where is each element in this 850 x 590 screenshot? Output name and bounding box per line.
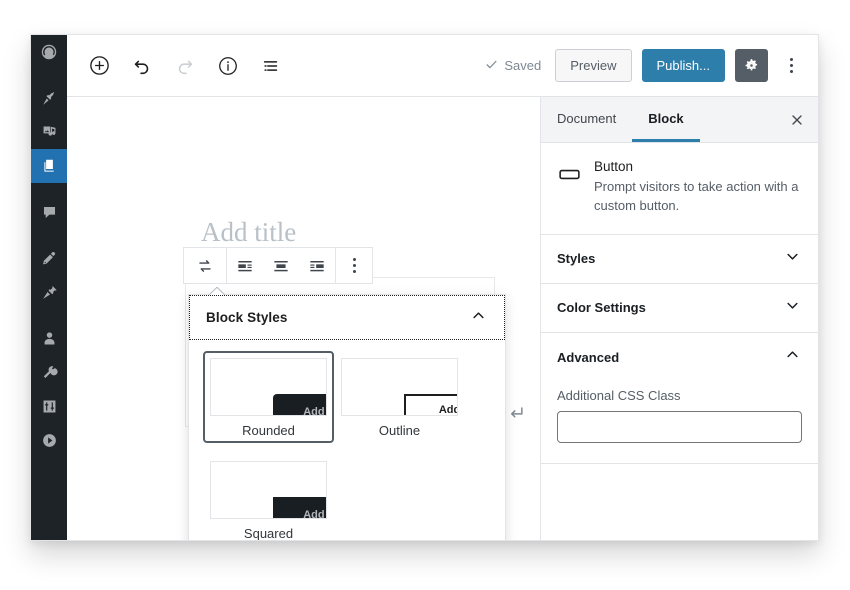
- saved-indicator: Saved: [484, 57, 541, 75]
- panel-title: Color Settings: [557, 300, 646, 315]
- panel-advanced[interactable]: Advanced: [541, 333, 818, 382]
- sliders-icon: [41, 398, 58, 415]
- sidebar-item-users[interactable]: [31, 321, 67, 355]
- panel-color-settings[interactable]: Color Settings: [541, 284, 818, 333]
- block-navigation-icon[interactable]: [256, 51, 286, 81]
- style-option-label: Outline: [341, 416, 458, 438]
- sidebar-item-comments[interactable]: [31, 195, 67, 229]
- comment-bubble-icon: [41, 204, 58, 221]
- panel-title: Advanced: [557, 350, 619, 365]
- block-toolbar-group-more: [335, 248, 372, 283]
- post-title-placeholder[interactable]: Add title: [201, 217, 296, 248]
- popover-arrow: [209, 287, 225, 295]
- align-center-icon[interactable]: [263, 248, 299, 283]
- style-preview-button-label: Add tex...: [273, 394, 327, 416]
- user-icon: [41, 330, 58, 347]
- saved-label: Saved: [504, 58, 541, 73]
- block-toolbar-group-align: [226, 248, 335, 283]
- change-block-type-icon[interactable]: [184, 248, 226, 283]
- sidebar-item-media[interactable]: [31, 115, 67, 149]
- align-right-icon[interactable]: [299, 248, 335, 283]
- align-left-icon[interactable]: [227, 248, 263, 283]
- block-card-description: Prompt visitors to take action with a cu…: [594, 178, 802, 216]
- sidebar-item-dashboard[interactable]: [31, 35, 67, 69]
- dashboard-gauge-icon: [40, 43, 58, 61]
- header-right-actions: Saved Preview Publish...: [484, 49, 818, 82]
- editor-window: Saved Preview Publish... Add title: [30, 34, 819, 541]
- more-dots: [790, 58, 793, 73]
- wrench-icon: [41, 364, 58, 381]
- tab-document[interactable]: Document: [541, 97, 632, 142]
- style-preview-outline: Add tex: [341, 358, 458, 416]
- chevron-up-icon: [469, 306, 488, 330]
- style-preview-button-label: Add tex...: [273, 497, 327, 519]
- sidebar-item-posts[interactable]: [31, 81, 67, 115]
- block-card-text: Button Prompt visitors to take action wi…: [594, 159, 802, 216]
- sidebar-item-tools[interactable]: [31, 355, 67, 389]
- panel-styles[interactable]: Styles: [541, 235, 818, 284]
- style-option-outline[interactable]: Add tex Outline: [334, 351, 465, 443]
- advanced-panel-body: Additional CSS Class: [541, 382, 818, 464]
- block-styles-popover: Block Styles Add tex... Rounded Add tex …: [188, 294, 506, 541]
- sidebar-tabs: Document Block: [541, 97, 818, 143]
- info-icon[interactable]: [213, 51, 243, 81]
- add-block-icon[interactable]: [84, 51, 114, 81]
- css-class-input[interactable]: [557, 411, 802, 443]
- style-preview-rounded: Add tex...: [210, 358, 327, 416]
- sidebar-item-appearance[interactable]: [31, 241, 67, 275]
- return-arrow-icon: [506, 403, 526, 428]
- pin-icon: [41, 90, 58, 107]
- tab-block[interactable]: Block: [632, 97, 699, 142]
- block-toolbar-group-transform: [184, 248, 226, 283]
- more-dots: [353, 258, 356, 273]
- more-vertical-icon[interactable]: [778, 49, 804, 82]
- style-option-squared[interactable]: Add tex... Squared: [203, 454, 334, 541]
- gear-icon[interactable]: [735, 49, 768, 82]
- button-block-icon: [557, 159, 582, 216]
- settings-sidebar: Document Block Button Prompt visitors to…: [540, 97, 818, 540]
- block-styles-title: Block Styles: [206, 310, 288, 325]
- chevron-down-icon: [783, 296, 802, 320]
- style-preview-button-label: Add tex: [404, 394, 458, 416]
- style-option-label: Squared: [210, 519, 327, 541]
- media-icon: [41, 124, 58, 141]
- wp-admin-sidebar: [31, 35, 67, 540]
- sidebar-item-pages[interactable]: [31, 149, 67, 183]
- sidebar-item-settings[interactable]: [31, 389, 67, 423]
- publish-button[interactable]: Publish...: [642, 49, 725, 82]
- header-left-tools: [67, 51, 286, 81]
- sidebar-item-plugins[interactable]: [31, 275, 67, 309]
- css-class-label: Additional CSS Class: [557, 388, 802, 403]
- redo-icon[interactable]: [170, 51, 200, 81]
- block-toolbar: [183, 247, 373, 284]
- style-option-label: Rounded: [210, 416, 327, 438]
- style-option-rounded[interactable]: Add tex... Rounded: [203, 351, 334, 443]
- pages-icon: [41, 158, 58, 175]
- sidebar-item-collapse-menu[interactable]: [31, 423, 67, 457]
- chevron-down-icon: [783, 247, 802, 271]
- undo-icon[interactable]: [127, 51, 157, 81]
- block-styles-panel-header[interactable]: Block Styles: [189, 295, 505, 340]
- play-circle-icon: [41, 432, 58, 449]
- more-options-icon[interactable]: [336, 248, 372, 283]
- block-card: Button Prompt visitors to take action wi…: [541, 143, 818, 235]
- block-card-title: Button: [594, 159, 802, 174]
- chevron-up-icon: [783, 345, 802, 369]
- check-icon: [484, 57, 499, 75]
- style-preview-squared: Add tex...: [210, 461, 327, 519]
- paintbrush-icon: [41, 250, 58, 267]
- close-icon[interactable]: [776, 97, 818, 142]
- block-styles-list: Add tex... Rounded Add tex Outline Add t…: [189, 340, 505, 541]
- plug-icon: [41, 284, 58, 301]
- panel-title: Styles: [557, 251, 595, 266]
- editor-header: Saved Preview Publish...: [67, 35, 818, 97]
- preview-button[interactable]: Preview: [555, 49, 631, 82]
